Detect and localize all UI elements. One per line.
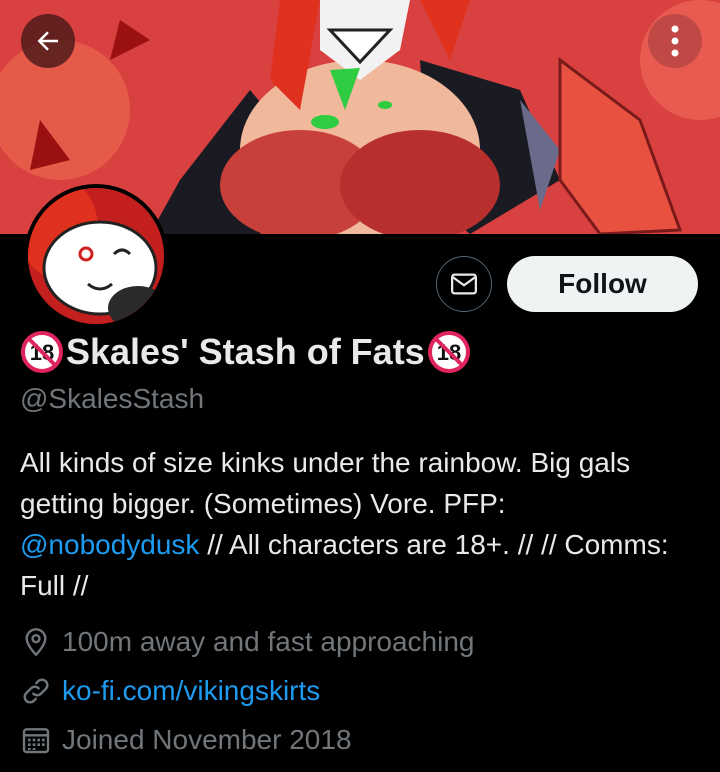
profile-bio: All kinds of size kinks under the rainbo… — [20, 442, 680, 606]
more-vertical-icon — [671, 25, 679, 57]
message-button[interactable] — [436, 256, 492, 312]
no-under-18-icon: 18 — [427, 331, 470, 373]
website-row: ko-fi.com/vikingskirts — [20, 675, 320, 707]
avatar-image — [28, 188, 164, 324]
back-button[interactable] — [21, 14, 75, 68]
display-name-row: 18 Skales' Stash of Fats 18 — [20, 329, 471, 375]
location-text: 100m away and fast approaching — [62, 626, 475, 657]
profile-handle: @SkalesStash — [20, 383, 205, 414]
no-under-18-icon: 18 — [21, 331, 63, 373]
bio-mention-link[interactable]: @nobodydusk — [20, 529, 199, 560]
bio-text-1: All kinds of size kinks under the rainbo… — [20, 447, 631, 519]
joined-text: Joined November 2018 — [62, 724, 352, 755]
profile-avatar[interactable] — [24, 184, 168, 328]
calendar-icon — [22, 728, 50, 754]
website-link[interactable]: ko-fi.com/vikingskirts — [62, 675, 320, 707]
location-row: 100m away and fast approaching — [20, 626, 475, 658]
more-options-button[interactable] — [648, 14, 702, 68]
link-icon — [23, 678, 49, 704]
follow-button[interactable]: Follow — [507, 256, 698, 312]
envelope-icon — [451, 273, 477, 295]
display-name: Skales' Stash of Fats — [66, 331, 425, 372]
location-pin-icon — [25, 628, 47, 657]
joined-row: Joined November 2018 — [20, 724, 352, 756]
back-arrow-icon — [37, 31, 58, 51]
